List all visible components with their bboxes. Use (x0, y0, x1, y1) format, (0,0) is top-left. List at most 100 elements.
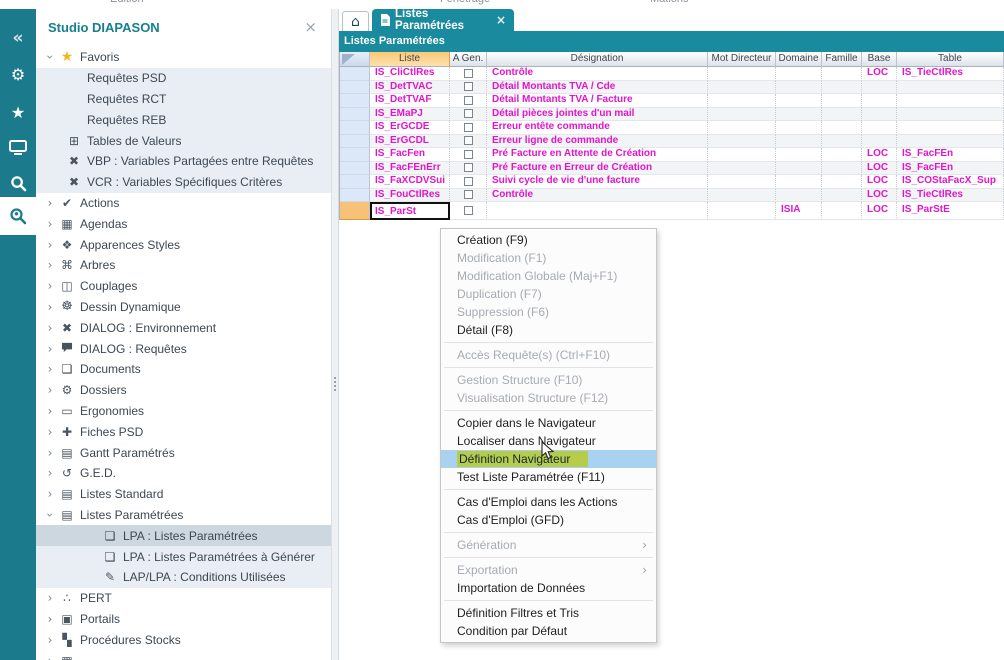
context-menu-item[interactable]: Condition par Défaut (441, 622, 656, 640)
agen-checkbox[interactable] (464, 206, 473, 215)
tree-item[interactable]: ✖VBP : Variables Partagées entre Requête… (36, 151, 331, 172)
table-row[interactable]: IS_EMaPJDétail pièces jointes d'un mail (340, 108, 1004, 122)
column-header-designation[interactable]: Désignation (487, 52, 708, 67)
tree-item[interactable]: ›❖Apparences Styles (36, 234, 331, 255)
table-row[interactable]: IS_FacFenPré Facture en Attente de Créat… (340, 148, 1004, 162)
collapse-panel-icon[interactable]: « (0, 23, 36, 53)
screens-monitor-icon[interactable] (0, 131, 36, 165)
agen-checkbox[interactable] (464, 69, 473, 78)
chevron-right-icon[interactable]: › (43, 425, 57, 439)
agen-checkbox[interactable] (464, 96, 473, 105)
chevron-right-icon[interactable]: › (43, 654, 57, 660)
table-row[interactable]: IS_FaXCDVSuiSuivi cycle de vie d'une fac… (340, 175, 1004, 189)
tree-item[interactable]: ⊞Tables de Valeurs (36, 130, 331, 151)
chevron-right-icon[interactable]: › (43, 383, 57, 397)
table-row[interactable]: IS_FouCtlResContrôleLOCIS_TieCtlRes (340, 189, 1004, 203)
tree-item[interactable]: ›✔Actions (36, 193, 331, 214)
chevron-right-icon[interactable]: › (43, 217, 57, 231)
agen-checkbox[interactable] (464, 123, 473, 132)
agen-checkbox[interactable] (464, 82, 473, 91)
tree-item[interactable]: ›▤Listes Standard (36, 484, 331, 505)
tree-item[interactable]: ❏LPA : Listes Paramétrées à Générer (36, 546, 331, 567)
chevron-right-icon[interactable]: › (43, 362, 57, 376)
settings-gear-icon[interactable]: ⚙ (0, 57, 36, 91)
tree-item[interactable]: ›▤Listes Paramétrées (36, 505, 331, 526)
column-header-base[interactable]: Base (862, 52, 897, 67)
context-menu-item[interactable]: Création (F9) (441, 231, 656, 249)
tree-item[interactable]: ›▦Agendas (36, 213, 331, 234)
chevron-right-icon[interactable]: › (43, 466, 57, 480)
context-menu-item[interactable]: Définition Filtres et Tris (441, 604, 656, 622)
search-icon[interactable] (0, 167, 36, 199)
tree-item[interactable]: ›✖DIALOG : Environnement (36, 317, 331, 338)
tree-item[interactable]: ✖VCR : Variables Spécifiques Critères (36, 172, 331, 193)
tab-listes-parametrees[interactable]: Listes Paramétrées × (372, 9, 514, 31)
tree-item[interactable]: ›⌘Arbres (36, 255, 331, 276)
tree-item[interactable]: ›▣Portails (36, 609, 331, 630)
agen-checkbox[interactable] (464, 136, 473, 145)
tree-item[interactable]: ›DIALOG : Requêtes (36, 338, 331, 359)
context-menu-item[interactable]: Importation de Données (441, 579, 656, 597)
context-menu-item[interactable]: Modification (F1) (441, 249, 656, 267)
table-row[interactable]: IS_DetTVAFDétail Montants TVA / Facture (340, 94, 1004, 108)
tree-item[interactable]: ›⚙Dossiers (36, 380, 331, 401)
tree-item[interactable]: Requêtes REB (36, 109, 331, 130)
tree-item[interactable]: ›▚Procédures Stocks (36, 629, 331, 650)
table-row[interactable]: IS_CliCtlResContrôleLOCIS_TieCtlRes (340, 67, 1004, 81)
chevron-right-icon[interactable]: › (43, 279, 57, 293)
column-header-table[interactable]: Table (897, 52, 1004, 67)
context-menu-item[interactable]: Accès Requête(s) (Ctrl+F10) (441, 346, 656, 364)
chevron-right-icon[interactable]: › (43, 487, 57, 501)
context-menu-item[interactable]: Cas d'Emploi dans les Actions (441, 493, 656, 511)
tree-item[interactable]: ›▤Gantt Paramétrés (36, 442, 331, 463)
column-header-mot[interactable]: Mot Directeur (708, 52, 776, 67)
tree-item[interactable]: ›∴PERT (36, 588, 331, 609)
tree-item[interactable]: ›★Favoris (36, 47, 331, 68)
column-header-domaine[interactable]: Domaine (776, 52, 822, 67)
tree-item[interactable]: ›☸Dessin Dynamique (36, 297, 331, 318)
chevron-down-icon[interactable]: › (43, 508, 57, 522)
tree-item[interactable]: ❏LPA : Listes Paramétrées (36, 525, 331, 546)
chevron-right-icon[interactable]: › (43, 238, 57, 252)
agen-checkbox[interactable] (464, 177, 473, 186)
agen-checkbox[interactable] (464, 190, 473, 199)
column-header-famille[interactable]: Famille (822, 52, 862, 67)
chevron-right-icon[interactable]: › (43, 404, 57, 418)
table-row[interactable]: IS_ErGCDLErreur ligne de commande (340, 135, 1004, 149)
table-row[interactable]: IS_DetTVACDétail Montants TVA / Cde (340, 81, 1004, 95)
home-tab[interactable]: ⌂ (342, 11, 369, 31)
context-menu-item[interactable]: Génération› (441, 536, 656, 554)
chevron-right-icon[interactable]: › (43, 633, 57, 647)
chevron-right-icon[interactable]: › (43, 446, 57, 460)
tree-item[interactable]: Requêtes PSD (36, 68, 331, 89)
table-row[interactable]: IS_FacFEnErrPré Facture en Erreur de Cré… (340, 162, 1004, 176)
agen-checkbox[interactable] (464, 150, 473, 159)
table-row[interactable]: IS_ErGCDEErreur entête commande (340, 121, 1004, 135)
context-menu-item[interactable]: Visualisation Structure (F12) (441, 389, 656, 407)
context-menu-item[interactable]: Suppression (F6) (441, 303, 656, 321)
favorites-star-icon[interactable]: ★ (0, 95, 36, 129)
table-row[interactable]: IS_ParStISIALOCIS_ParStE (340, 202, 1004, 220)
context-menu-item[interactable]: Test Liste Paramétrée (F11) (441, 468, 656, 486)
chevron-right-icon[interactable]: › (43, 342, 57, 356)
chevron-right-icon[interactable]: › (43, 321, 57, 335)
chevron-right-icon[interactable]: › (43, 300, 57, 314)
tree-item[interactable]: ✎LAP/LPA : Conditions Utilisées (36, 567, 331, 588)
context-menu-item[interactable]: Gestion Structure (F10) (441, 371, 656, 389)
tree-item[interactable]: ›▦ (36, 650, 331, 660)
locate-search-icon[interactable] (0, 197, 36, 235)
column-header-liste[interactable]: Liste (370, 52, 450, 67)
tree-item[interactable]: ›❏Documents (36, 359, 331, 380)
column-header-gutter[interactable] (340, 52, 370, 67)
context-menu-item[interactable]: Modification Globale (Maj+F1) (441, 267, 656, 285)
tab-close-icon[interactable]: × (496, 13, 506, 27)
tree-item[interactable]: Requêtes RCT (36, 89, 331, 110)
column-header-agen[interactable]: A Gen. (450, 52, 487, 67)
context-menu-item[interactable]: Copier dans le Navigateur (441, 414, 656, 432)
context-menu-item[interactable]: Cas d'Emploi (GFD) (441, 511, 656, 529)
panel-splitter[interactable] (331, 9, 339, 660)
chevron-down-icon[interactable]: › (43, 50, 57, 64)
context-menu-item[interactable]: Duplication (F7) (441, 285, 656, 303)
navigator-close-icon[interactable]: × (304, 18, 317, 36)
agen-checkbox[interactable] (464, 109, 473, 118)
